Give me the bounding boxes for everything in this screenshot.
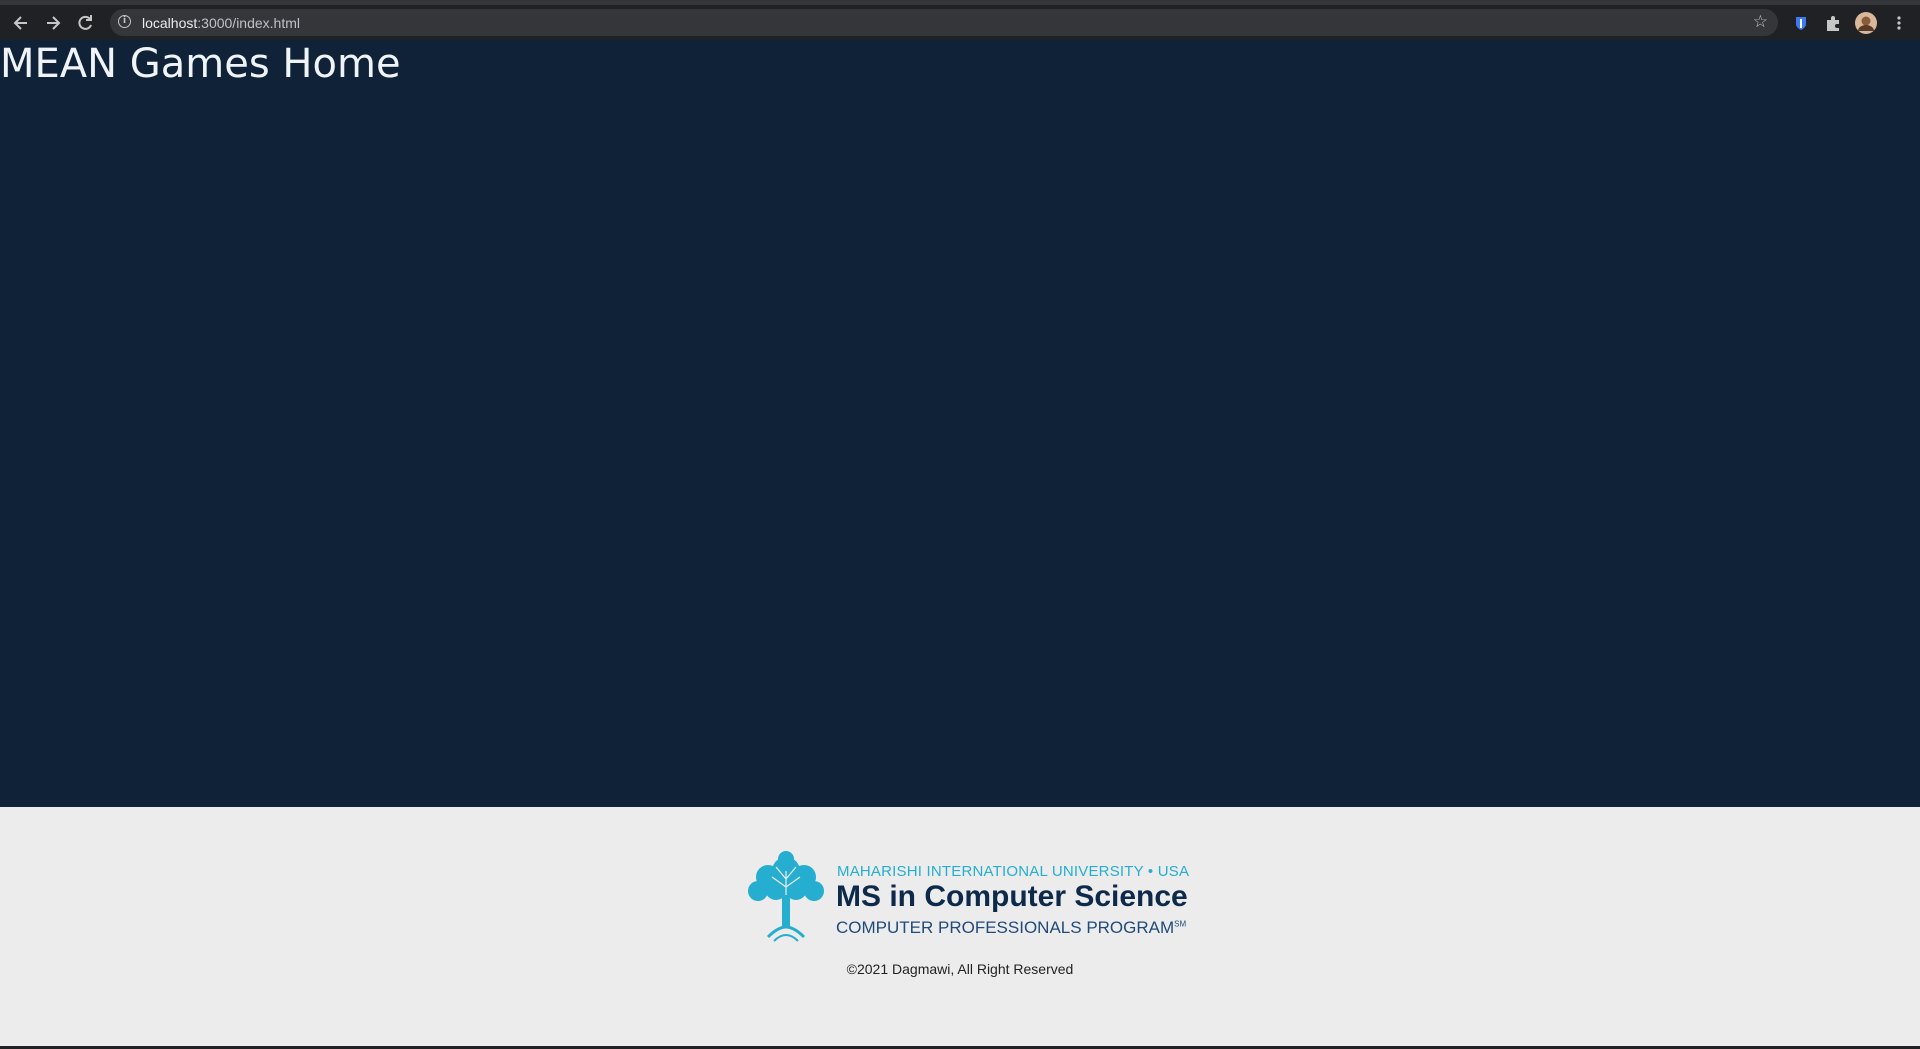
page-content: MEAN Games Home	[0, 40, 1920, 807]
copyright-text: ©2021 Dagmawi, All Right Reserved	[846, 961, 1074, 977]
url-path: :3000/index.html	[197, 15, 300, 31]
menu-icon[interactable]	[1890, 14, 1908, 32]
browser-toolbar: i localhost:3000/index.html ☆	[0, 0, 1920, 40]
reload-icon[interactable]	[74, 12, 96, 34]
footer: MAHARISHI INTERNATIONAL UNIVERSITY • USA…	[0, 807, 1920, 1049]
university-logo: MAHARISHI INTERNATIONAL UNIVERSITY • USA…	[738, 849, 1189, 947]
logo-program-label: COMPUTER PROFESSIONALS PROGRAM	[836, 918, 1175, 937]
star-icon[interactable]: ☆	[1753, 12, 1768, 32]
logo-university-text: MAHARISHI INTERNATIONAL UNIVERSITY • USA	[837, 863, 1190, 880]
forward-icon[interactable]	[42, 12, 64, 34]
url-text[interactable]: localhost:3000/index.html	[142, 15, 300, 31]
logo-degree-text: MS in Computer Science	[836, 880, 1188, 913]
info-icon[interactable]: i	[118, 15, 131, 28]
extension-shield-icon[interactable]	[1792, 14, 1810, 32]
address-bar[interactable]: i localhost:3000/index.html ☆	[110, 9, 1778, 36]
tree-logo-icon	[748, 851, 824, 942]
back-icon[interactable]	[10, 12, 32, 34]
avatar[interactable]	[1855, 12, 1877, 34]
logo-program-text: COMPUTER PROFESSIONALS PROGRAMSM	[836, 918, 1186, 938]
puzzle-icon[interactable]	[1824, 14, 1842, 32]
page-title: MEAN Games Home	[0, 41, 401, 87]
url-host: localhost	[142, 15, 198, 31]
service-mark: SM	[1174, 919, 1187, 929]
